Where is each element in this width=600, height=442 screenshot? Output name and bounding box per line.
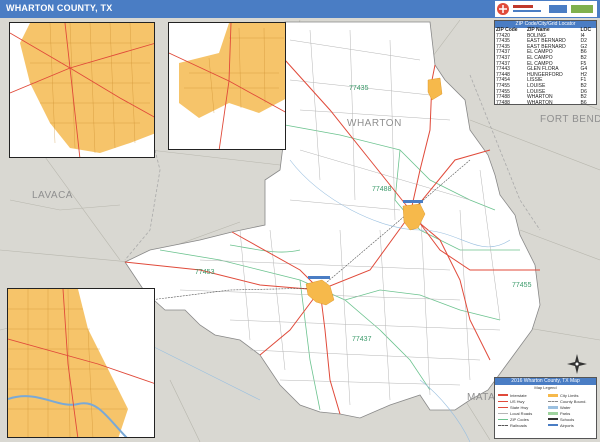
- county-label-lavaca: LAVACA: [32, 190, 73, 201]
- inset-3-graphic: [8, 289, 154, 437]
- legend-column-right: City Limits County Bound. Water Parks Sc…: [548, 392, 596, 428]
- county-label-matagorda: MATA: [467, 392, 496, 403]
- table-cell: WHARTON: [526, 99, 553, 105]
- legend-item: Railroads: [498, 422, 548, 428]
- zip-label: 77437: [352, 336, 372, 343]
- inset-map-3: [7, 288, 155, 438]
- zip-label: 77488: [372, 186, 392, 193]
- zip-table-grid: ZIP Code ZIP Name LOC 77420 BOLING I4 77435…: [495, 27, 596, 105]
- legend-title: 2016 Wharton County, TX Map: [495, 378, 596, 385]
- zip-table-body: 77420 BOLING I4 77435 EAST BERNARD D2 77435 EAS…: [495, 33, 596, 105]
- zip-label: 77455: [512, 282, 532, 289]
- map-legend: 2016 Wharton County, TX Map Map Legend I…: [494, 377, 597, 439]
- legend-column-left: Interstate US Hwy State Hwy Local Roads …: [498, 392, 548, 428]
- map-title: WHARTON COUNTY, TX: [6, 3, 113, 13]
- inset-1-graphic: [10, 23, 154, 157]
- table-row: 77488 WHARTON B6: [495, 99, 596, 105]
- zip-label: 77453: [195, 269, 215, 276]
- legend-subtitle: Map Legend: [534, 385, 557, 390]
- county-label-wharton: WHARTON: [347, 118, 402, 129]
- inset-map-2: [168, 22, 286, 150]
- zip-locator-table: ZIP Code/City/Grid Locator ZIP Code ZIP …: [494, 20, 597, 105]
- county-label-fort-bend: FORT BEND: [540, 114, 600, 125]
- table-cell: B6: [580, 99, 587, 105]
- compass-rose-icon: [567, 354, 587, 374]
- inset-map-1: [9, 22, 155, 158]
- zip-label: 77435: [349, 85, 369, 92]
- legend-item: Airports: [548, 422, 596, 428]
- map-page: WHARTON COUNTY, TX LAVACA FORT BEND WHAR…: [0, 0, 600, 442]
- publisher-logo: [495, 1, 597, 17]
- inset-2-graphic: [169, 23, 285, 149]
- table-cell: 77488: [496, 99, 510, 105]
- title-bar: WHARTON COUNTY, TX: [0, 0, 600, 18]
